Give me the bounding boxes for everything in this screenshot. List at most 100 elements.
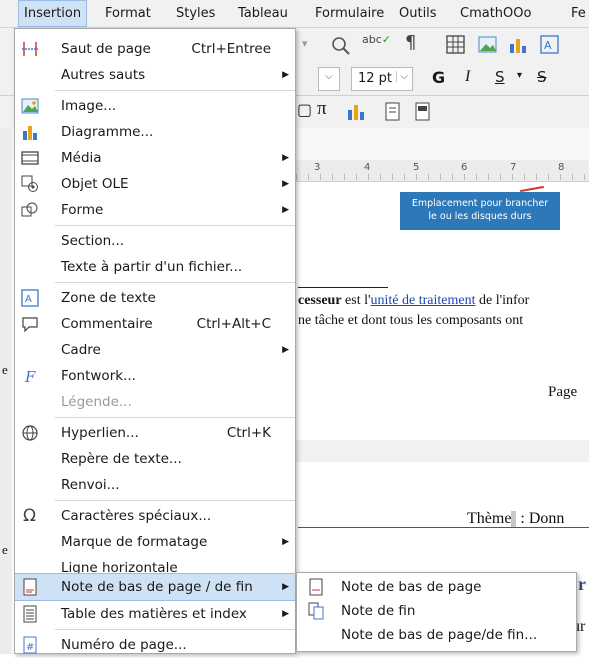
menu-formulaire[interactable]: Formulaire bbox=[310, 0, 389, 27]
footnote-submenu: Note de bas de page Note de fin Note de … bbox=[296, 572, 577, 652]
svg-text:F: F bbox=[24, 368, 36, 385]
menu-item-zone-de-texte[interactable]: A Zone de texte bbox=[15, 285, 295, 311]
menu-styles[interactable]: Styles bbox=[171, 0, 220, 27]
ruler-ticks bbox=[296, 174, 589, 180]
spellcheck-icon[interactable]: abc✓ bbox=[362, 33, 391, 46]
heading-fragment: r bbox=[578, 574, 586, 594]
find-replace-icon[interactable] bbox=[330, 35, 352, 55]
text-box-icon: A bbox=[21, 289, 39, 307]
document-icon[interactable] bbox=[413, 102, 433, 122]
menu-fenetre[interactable]: Fe bbox=[566, 0, 589, 27]
menu-item-numero-de-page[interactable]: # Numéro de page... bbox=[15, 632, 295, 658]
svg-text:A: A bbox=[25, 294, 32, 305]
chart-icon[interactable] bbox=[346, 102, 366, 122]
font-size-box[interactable]: 12 pt ⌵ bbox=[351, 67, 413, 91]
submenu-item-note-bas-de-page[interactable]: Note de bas de page bbox=[297, 575, 576, 599]
menu-item-legende: Légende... bbox=[61, 394, 132, 410]
svg-text:A: A bbox=[544, 39, 552, 52]
chart-icon bbox=[23, 126, 37, 140]
separator bbox=[55, 500, 295, 501]
menu-item-texte-fichier[interactable]: Texte à partir d'un fichier... bbox=[15, 254, 295, 280]
margin-char-1: e bbox=[2, 362, 8, 377]
menubar: Insertion Format Styles Tableau Formulai… bbox=[0, 0, 589, 28]
menu-item-fontwork[interactable]: F Fontwork... bbox=[15, 363, 295, 389]
endnote-icon bbox=[308, 602, 324, 620]
redo-dropdown-icon[interactable]: ▾ bbox=[302, 37, 308, 50]
menu-item-caracteres-speciaux[interactable]: Ω Caractères spéciaux... bbox=[15, 503, 295, 529]
submenu-arrow-icon: ▶ bbox=[282, 70, 289, 80]
chevron-down-icon: ⌵ bbox=[396, 71, 408, 82]
underline-rule bbox=[298, 287, 388, 288]
doc-line-2: ne tâche et dont tous les composants ont bbox=[298, 313, 524, 328]
menu-item-objet-ole[interactable]: Objet OLE ▶ bbox=[15, 171, 295, 197]
underline-button[interactable]: S bbox=[495, 68, 505, 86]
page-number-icon: # bbox=[23, 636, 37, 654]
page-icon[interactable] bbox=[383, 102, 403, 122]
page-label: Page bbox=[548, 384, 578, 400]
underline-dropdown-icon[interactable]: ▾ bbox=[517, 70, 522, 81]
left-margin-strip bbox=[0, 128, 12, 654]
formatting-marks-icon[interactable]: ¶ bbox=[405, 32, 416, 53]
svg-text:#: # bbox=[26, 642, 34, 653]
menu-item-forme[interactable]: Forme ▶ bbox=[15, 197, 295, 223]
submenu-item-note-de-fin[interactable]: Note de fin bbox=[297, 599, 576, 623]
menu-item-hyperlien[interactable]: Hyperlien... Ctrl+K bbox=[15, 420, 295, 446]
submenu-arrow-icon: ▶ bbox=[282, 205, 289, 215]
ole-object-icon bbox=[21, 175, 38, 192]
formula-icon[interactable]: π bbox=[317, 98, 327, 120]
menu-item-marque-formatage[interactable]: Marque de formatage ▶ bbox=[15, 529, 295, 555]
callout-tooltip: Emplacement pour brancher le ou les disq… bbox=[400, 192, 560, 230]
menu-item-saut-de-page[interactable]: Saut de page Ctrl+Entree bbox=[15, 36, 295, 62]
horizontal-ruler: 3 4 5 6 7 8 bbox=[296, 160, 589, 182]
menu-cmathooo[interactable]: CmathOOo bbox=[455, 0, 536, 27]
menu-format[interactable]: Format bbox=[100, 0, 156, 27]
omega-icon: Ω bbox=[23, 506, 36, 526]
frame-icon[interactable]: ▢ bbox=[297, 100, 312, 119]
insert-chart-icon[interactable] bbox=[508, 35, 528, 55]
menu-item-renvoi[interactable]: Renvoi... bbox=[15, 472, 295, 498]
submenu-item-note-dialogue[interactable]: Note de bas de page/de fin... bbox=[297, 623, 576, 647]
submenu-arrow-icon: ▶ bbox=[282, 345, 289, 355]
submenu-arrow-icon: ▶ bbox=[282, 609, 289, 619]
page-break-icon bbox=[22, 42, 38, 56]
image-icon bbox=[21, 98, 39, 114]
menu-item-repere-texte[interactable]: Repère de texte... bbox=[15, 446, 295, 472]
bold-button[interactable]: G bbox=[432, 68, 445, 87]
menu-item-autres-sauts[interactable]: Autres sauts ▶ bbox=[15, 62, 295, 88]
separator bbox=[55, 225, 295, 226]
insert-table-icon[interactable] bbox=[446, 35, 466, 55]
strikethrough-button[interactable]: S bbox=[537, 68, 547, 86]
menu-outils[interactable]: Outils bbox=[394, 0, 442, 27]
footnote-icon bbox=[309, 578, 323, 596]
margin-char-2: e bbox=[2, 542, 8, 557]
menu-insertion[interactable]: Insertion bbox=[18, 0, 88, 27]
media-icon bbox=[21, 151, 39, 165]
hyperlink-icon bbox=[22, 425, 38, 441]
separator bbox=[55, 629, 295, 630]
theme-line: Thème : Donn bbox=[467, 510, 565, 528]
submenu-arrow-icon: ▶ bbox=[282, 153, 289, 163]
page-gap-band bbox=[296, 440, 589, 462]
insert-image-icon[interactable] bbox=[478, 35, 498, 55]
separator bbox=[55, 90, 295, 91]
doc-link[interactable]: unité de traitement bbox=[371, 293, 476, 308]
comment-icon bbox=[22, 317, 38, 333]
font-name-dropdown-button[interactable]: ⌵ bbox=[318, 67, 340, 91]
menu-item-media[interactable]: Média ▶ bbox=[15, 145, 295, 171]
shape-icon bbox=[21, 202, 38, 217]
insertion-menu: Saut de page Ctrl+Entree Autres sauts ▶ … bbox=[14, 28, 296, 654]
menu-item-note-bas-de-page[interactable]: Note de bas de page / de fin ▶ bbox=[15, 573, 295, 601]
menu-item-section[interactable]: Section... bbox=[15, 228, 295, 254]
menu-item-table-matieres[interactable]: Table des matières et index ▶ bbox=[15, 601, 295, 627]
menu-item-cadre[interactable]: Cadre ▶ bbox=[15, 337, 295, 363]
insert-textbox-icon[interactable]: A bbox=[540, 35, 560, 55]
italic-button[interactable]: I bbox=[465, 68, 470, 86]
menu-item-diagramme[interactable]: Diagramme... bbox=[15, 119, 295, 145]
fontwork-icon: F bbox=[24, 368, 36, 385]
menu-item-image[interactable]: Image... bbox=[15, 93, 295, 119]
separator bbox=[55, 417, 295, 418]
menu-tableau[interactable]: Tableau bbox=[233, 0, 293, 27]
footnote-icon bbox=[23, 578, 37, 596]
menu-item-commentaire[interactable]: Commentaire Ctrl+Alt+C bbox=[15, 311, 295, 337]
header-rule bbox=[298, 527, 589, 528]
